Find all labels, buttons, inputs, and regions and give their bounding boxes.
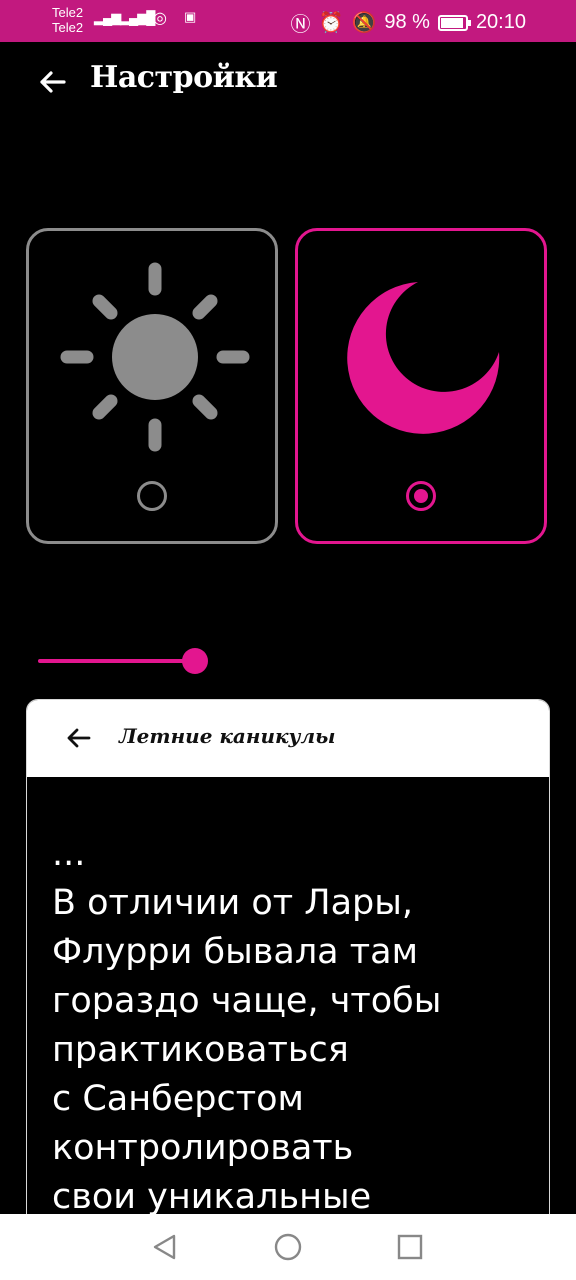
theme-option-dark[interactable]	[295, 228, 547, 544]
preview-back-button	[63, 722, 95, 754]
clock: 20:10	[475, 11, 526, 33]
wifi-icon: ◎	[153, 10, 167, 27]
alarm-icon: ⏰	[318, 12, 344, 34]
carrier-2: Tele2	[52, 20, 84, 35]
carrier-1: Tele2	[52, 5, 84, 20]
nfc-icon: Ⓝ	[290, 14, 311, 36]
signal-icon: ▂▄▆	[94, 10, 121, 25]
preview-header: Летние каникулы	[27, 700, 549, 777]
battery-icon	[437, 14, 471, 31]
recents-square-icon	[397, 1234, 423, 1260]
navigation-bar	[0, 1214, 576, 1280]
moon-icon	[347, 282, 500, 434]
page-title: Настройки	[90, 60, 278, 95]
slider-track	[38, 659, 195, 663]
signal-4g-icon: ▂▄▆█	[120, 10, 155, 25]
nav-recents-button[interactable]	[393, 1230, 427, 1264]
nav-home-button[interactable]	[271, 1230, 305, 1264]
theme-option-light[interactable]	[26, 228, 278, 544]
battery-percent: 98 %	[384, 11, 430, 33]
status-bar: Tele2 Tele2 ▂▄▆ ▂▄▆█ ◎ ▣ Ⓝ ⏰ 🔕 98 % 20:1…	[0, 0, 576, 42]
arrow-left-icon	[40, 71, 66, 93]
nav-back-button[interactable]	[148, 1230, 182, 1264]
sun-icon	[60, 262, 250, 452]
carrier-labels: Tele2 Tele2	[52, 5, 83, 35]
app-notification-icon: ▣	[184, 9, 196, 24]
back-button[interactable]	[34, 62, 74, 102]
radio-light[interactable]	[137, 481, 167, 511]
preview-title: Летние каникулы	[119, 724, 336, 748]
radio-dot	[414, 489, 428, 503]
arrow-left-icon	[67, 728, 91, 748]
preview-text: ... В отличии от Лары, Флурри бывала там…	[52, 834, 442, 1217]
slider-thumb[interactable]	[182, 648, 208, 674]
reading-preview: Летние каникулы ... В отличии от Лары, Ф…	[26, 699, 550, 1259]
home-circle-icon	[274, 1233, 302, 1261]
mute-icon: 🔕	[351, 12, 377, 34]
radio-dark-selected[interactable]	[406, 481, 436, 511]
brightness-slider[interactable]	[38, 648, 208, 674]
status-right: Ⓝ ⏰ 🔕 98 % 20:10	[291, 8, 526, 37]
back-triangle-icon	[153, 1234, 176, 1260]
